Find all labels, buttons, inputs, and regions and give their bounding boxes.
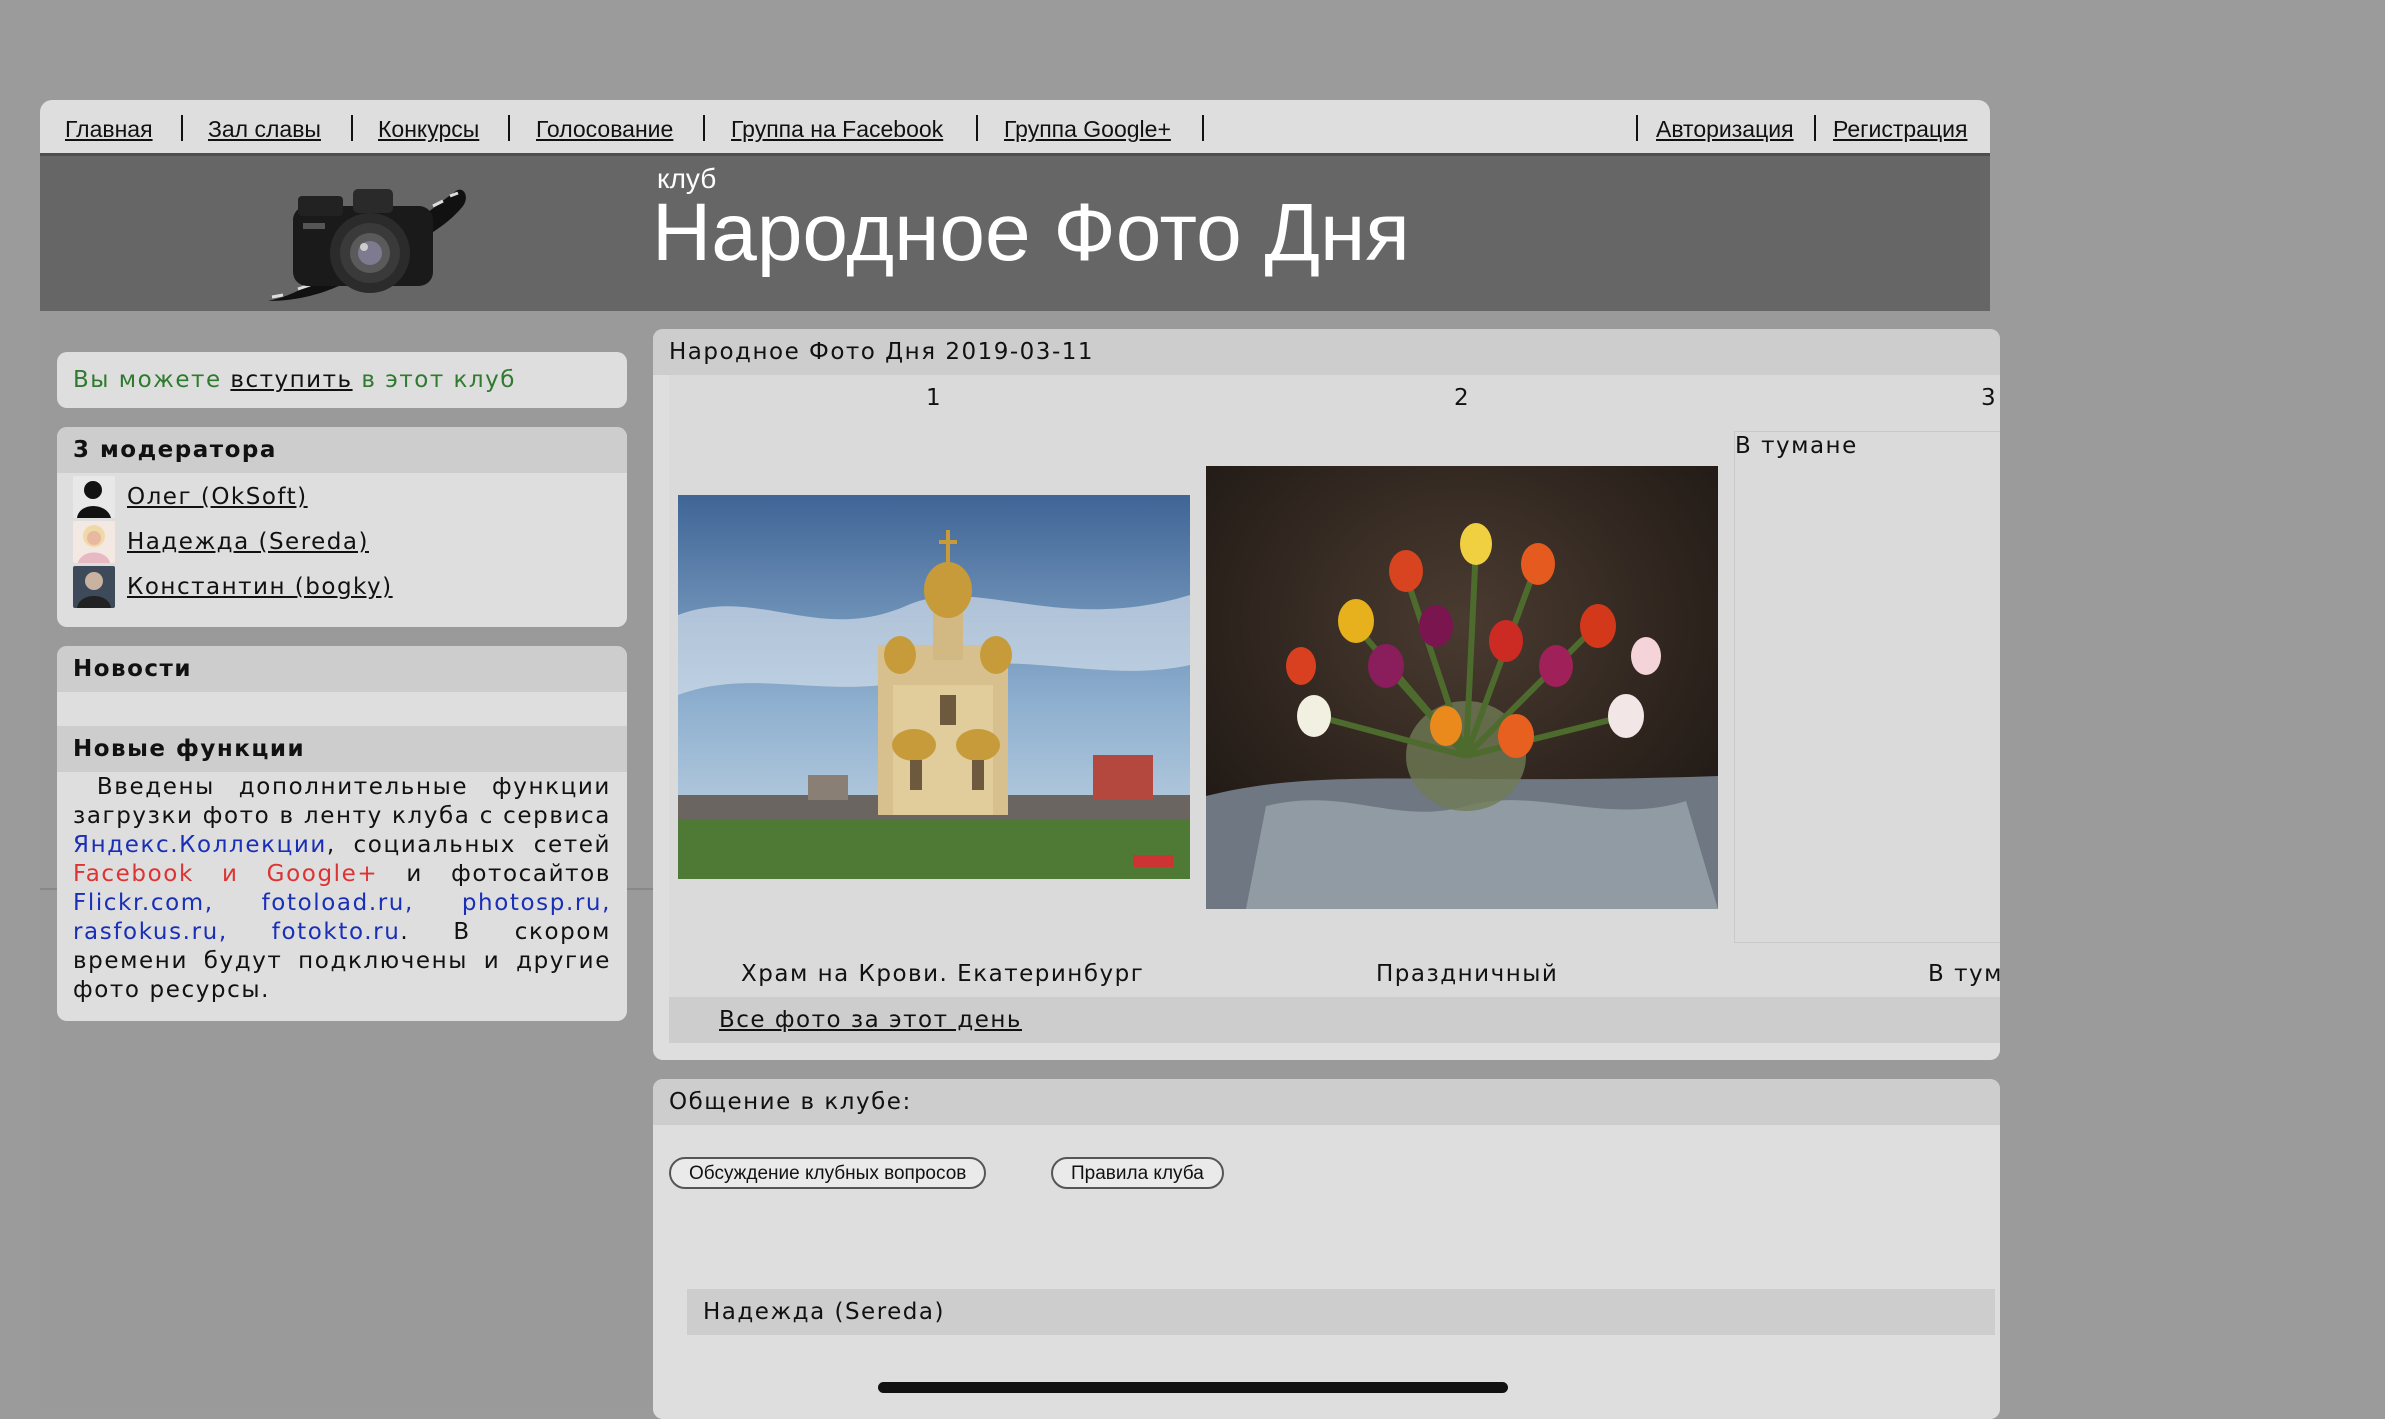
join-text-after: в этот клуб: [352, 367, 516, 393]
moderator-link[interactable]: Олег (OkSoft): [127, 484, 308, 510]
moderators-panel: 3 модератора Олег (OkSoft) Надежда (Sere…: [57, 427, 627, 627]
avatar: [73, 521, 115, 563]
nav-separator: [703, 115, 705, 141]
photo-caption[interactable]: В тумане: [1928, 961, 2000, 987]
avatar: [73, 476, 115, 518]
news-body: Введены дополнительные функции загрузки …: [73, 773, 611, 1005]
site-header: клуб Народное Фото Дня: [40, 153, 1990, 314]
photo-of-day-panel: Народное Фото Дня 2019-03-11 1 2 3 В тум…: [653, 329, 2000, 1060]
news-panel: Новости Новые функции Введены дополнител…: [57, 646, 627, 1021]
nav-voting-link[interactable]: Голосование: [536, 116, 673, 143]
join-club-link[interactable]: вступить: [230, 367, 352, 393]
join-text-before: Вы можете: [73, 367, 231, 393]
news-text: Введены дополнительные функции загрузки …: [73, 774, 611, 829]
nav-separator: [181, 115, 183, 141]
photo-rank-number: 3: [1981, 385, 1998, 411]
social-networks-link[interactable]: Facebook и Google+: [73, 861, 378, 887]
yandex-collections-link[interactable]: Яндекс.Коллекции: [73, 832, 327, 858]
news-text: и фотосайтов: [378, 861, 611, 887]
nav-home-link[interactable]: Главная: [65, 116, 153, 143]
chat-user-name[interactable]: Надежда (Sereda): [687, 1289, 1995, 1335]
chat-heading: Общение в клубе:: [653, 1079, 2000, 1125]
new-features-heading: Новые функции: [57, 726, 627, 772]
camera-logo-icon: [268, 189, 466, 301]
all-photos-day-link[interactable]: Все фото за этот день: [719, 1007, 1022, 1033]
photo-rank-number: 2: [1454, 385, 1471, 411]
nav-hall-of-fame-link[interactable]: Зал славы: [208, 116, 321, 143]
club-discussion-button[interactable]: Обсуждение клубных вопросов: [669, 1157, 987, 1189]
nav-separator: [1814, 115, 1816, 141]
avatar: [73, 566, 115, 608]
nav-separator: [1202, 115, 1204, 141]
photo-rank-number: 1: [926, 385, 943, 411]
photo-placeholder-title: В тумане: [1735, 433, 1858, 459]
moderators-heading: 3 модератора: [57, 427, 627, 473]
nav-facebook-group-link[interactable]: Группа на Facebook: [731, 116, 943, 143]
moderator-item: Константин (bogky): [73, 565, 393, 609]
photo-thumbnail-cathedral[interactable]: [678, 495, 1190, 879]
club-rules-button[interactable]: Правила клуба: [1051, 1157, 1224, 1189]
nav-login-link[interactable]: Авторизация: [1656, 116, 1794, 143]
nav-google-group-link[interactable]: Группа Google+: [1004, 116, 1171, 143]
moderator-item: Надежда (Sereda): [73, 520, 369, 564]
site-title: Народное Фото Дня: [652, 187, 1410, 278]
photo-of-day-heading: Народное Фото Дня 2019-03-11: [653, 329, 2000, 375]
nav-register-link[interactable]: Регистрация: [1833, 116, 1967, 143]
top-navigation: Главная Зал славы Конкурсы Голосование Г…: [40, 100, 1990, 153]
nav-separator: [351, 115, 353, 141]
moderator-link[interactable]: Константин (bogky): [127, 574, 393, 600]
moderator-link[interactable]: Надежда (Sereda): [127, 529, 369, 555]
photo-thumbnail-tulips[interactable]: [1206, 466, 1718, 909]
moderator-item: Олег (OkSoft): [73, 475, 308, 519]
nav-contests-link[interactable]: Конкурсы: [378, 116, 479, 143]
photo-placeholder-frame: [1734, 431, 2000, 943]
photo-caption[interactable]: Праздничный: [1376, 961, 1558, 987]
club-chat-panel: Общение в клубе: Обсуждение клубных вопр…: [653, 1079, 2000, 1419]
news-heading: Новости: [57, 646, 627, 692]
all-photos-bar: Все фото за этот день: [669, 997, 2000, 1043]
news-text: , социальных сетей: [326, 832, 611, 858]
nav-separator: [508, 115, 510, 141]
join-club-panel: Вы можете вступить в этот клуб: [57, 352, 627, 408]
home-indicator[interactable]: [878, 1382, 1508, 1393]
nav-separator: [976, 115, 978, 141]
photo-caption[interactable]: Храм на Крови. Екатеринбург: [741, 961, 1144, 987]
nav-separator: [1636, 115, 1638, 141]
